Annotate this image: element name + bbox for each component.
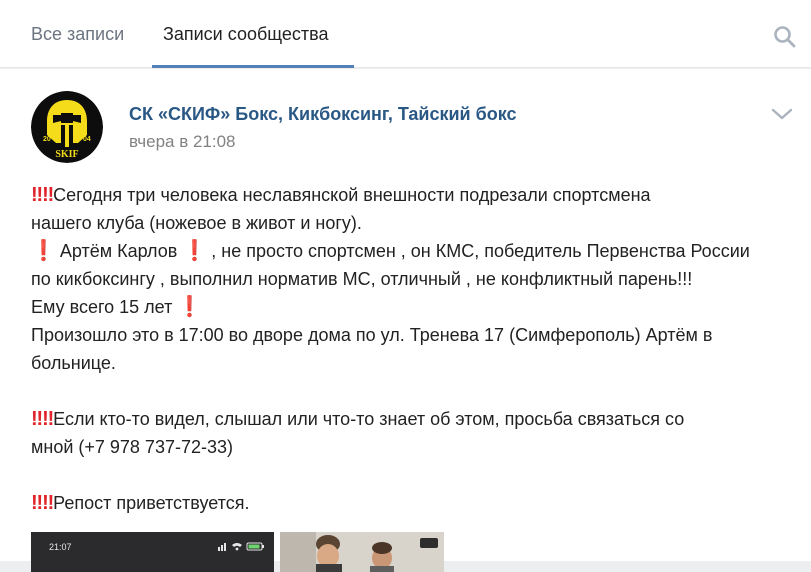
post-line: больнице. (31, 353, 116, 373)
exclamation-icon: ❗ (31, 240, 56, 262)
tabs-bar: Все записи Записи сообщества (0, 0, 811, 68)
post-line: ‼‼Репост приветствуется. (31, 489, 791, 517)
post-timestamp[interactable]: вчера в 21:08 (129, 132, 236, 152)
post-line: ‼‼Если кто-то видел, слышал или что-то з… (31, 405, 791, 433)
svg-text:SKIF: SKIF (55, 149, 78, 160)
attached-photo[interactable] (280, 532, 444, 572)
post-line: Ему всего 15 лет ❗ (31, 293, 791, 321)
photo-preview (280, 532, 444, 572)
post-text: ‼‼Сегодня три человека неславянской внеш… (31, 181, 791, 517)
active-tab-indicator (152, 65, 354, 68)
tab-community-posts[interactable]: Записи сообщества (163, 24, 329, 45)
exclamation-icon: ‼‼ (31, 408, 54, 430)
search-icon[interactable] (772, 24, 798, 50)
svg-text:20: 20 (43, 136, 51, 143)
svg-text:04: 04 (83, 136, 91, 143)
post-line: мной (+7 978 737-72-33) (31, 437, 233, 457)
exclamation-icon: ❗ (177, 296, 202, 318)
chevron-down-icon[interactable] (771, 107, 793, 121)
photo-status-time: 21:07 (49, 542, 72, 552)
post-line: ❗ Артём Карлов ❗ , не просто спортсмен ,… (31, 237, 791, 265)
post-line: ‼‼Сегодня три человека неславянской внеш… (31, 181, 791, 209)
exclamation-icon: ❗ (182, 240, 207, 262)
exclamation-icon: ‼‼ (31, 184, 54, 206)
post-author[interactable]: СК «СКИФ» Бокс, Кикбоксинг, Тайский бокс (129, 104, 517, 125)
status-bar-icons (218, 542, 264, 551)
post-line: по кикбоксингу , выполнил норматив МС, о… (31, 269, 693, 289)
community-avatar[interactable]: 20 04 SKIF (31, 91, 103, 163)
attached-photo-screenshot[interactable]: 21:07 (31, 532, 274, 572)
exclamation-icon: ‼‼ (31, 492, 54, 514)
spartan-helmet-logo: 20 04 SKIF (31, 91, 103, 163)
post-line: Произошло это в 17:00 во дворе дома по у… (31, 325, 713, 345)
tab-all-posts[interactable]: Все записи (31, 24, 124, 45)
post: 20 04 SKIF СК «СКИФ» Бокс, Кикбоксинг, Т… (0, 69, 811, 572)
post-line: нашего клуба (ножевое в живот и ногу). (31, 213, 362, 233)
